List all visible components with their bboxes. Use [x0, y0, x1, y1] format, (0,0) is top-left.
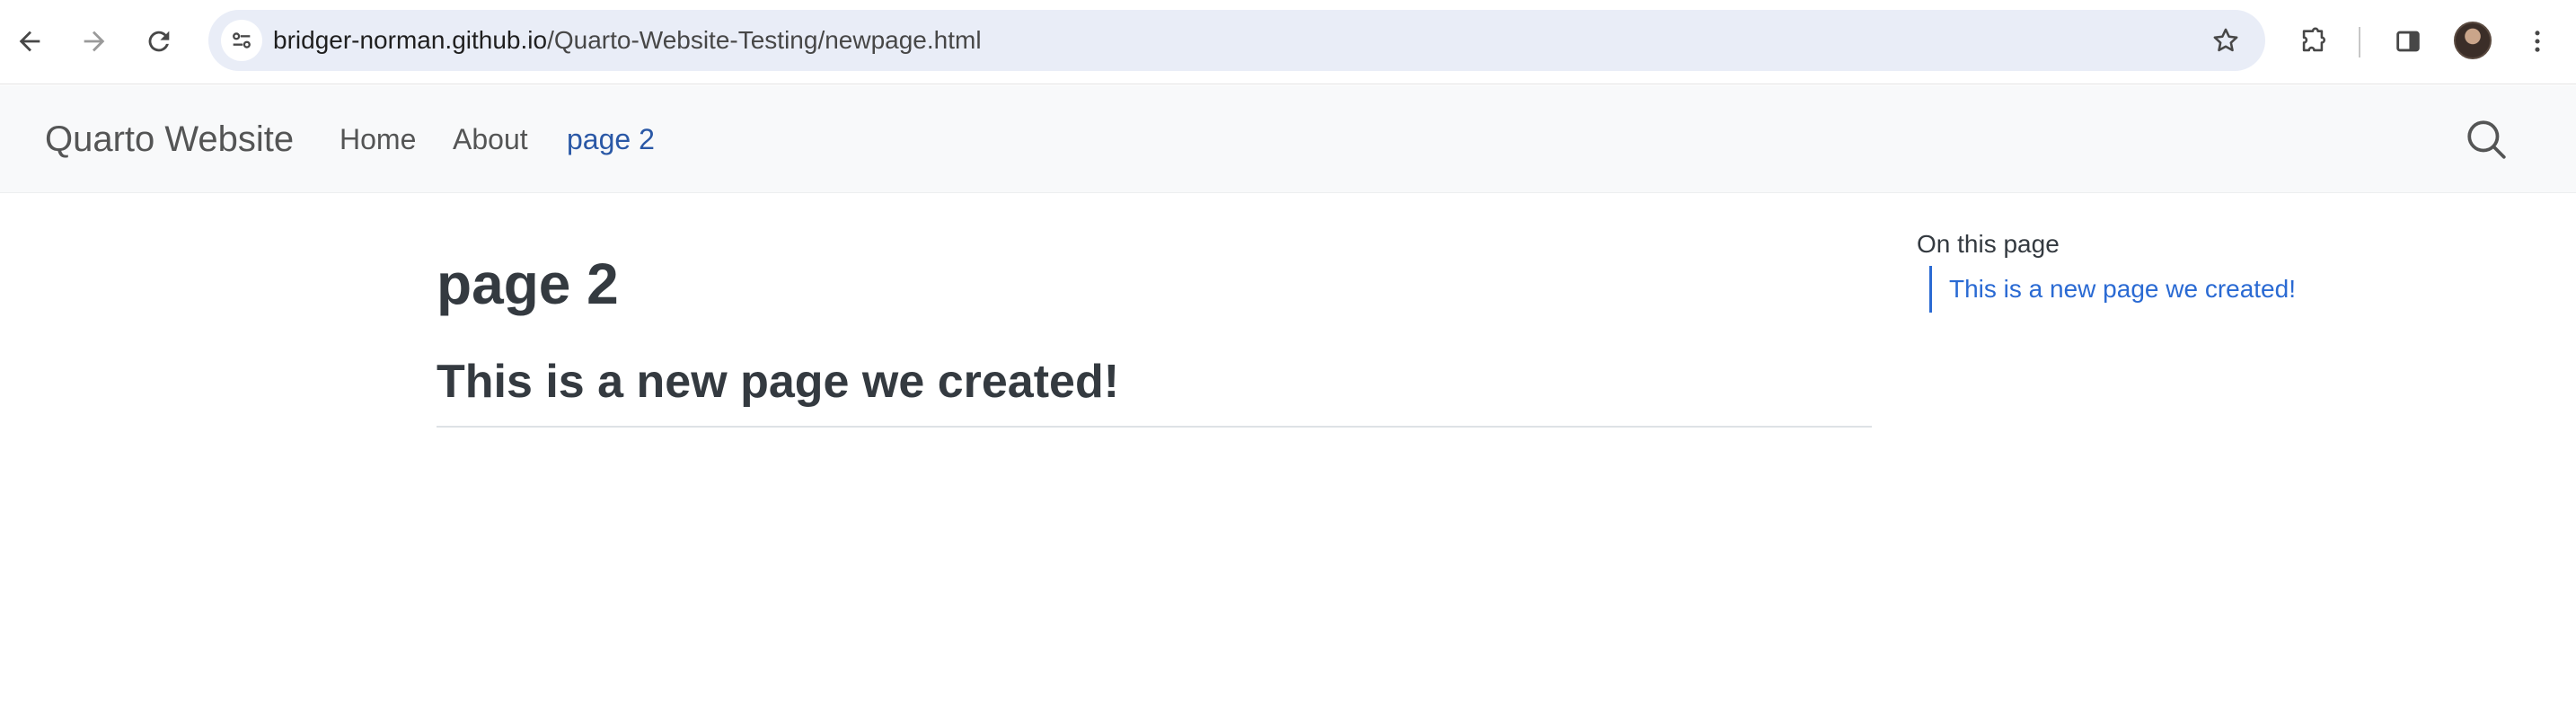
search-icon[interactable] [2461, 114, 2511, 164]
address-bar[interactable]: bridger-norman.github.io/Quarto-Website-… [208, 10, 2265, 71]
toc-active-indicator [1929, 266, 1932, 313]
more-menu-icon[interactable] [2517, 21, 2558, 62]
toolbar-divider [2359, 27, 2360, 57]
profile-avatar[interactable] [2454, 22, 2492, 59]
toc-title: On this page [1917, 230, 2060, 258]
page-title: page 2 [437, 252, 619, 316]
extensions-icon[interactable] [2292, 21, 2333, 62]
toc-link-new-page[interactable]: This is a new page we created! [1949, 271, 2296, 307]
reload-icon[interactable] [138, 21, 180, 62]
browser-toolbar: bridger-norman.github.io/Quarto-Website-… [0, 0, 2576, 84]
url-host: bridger-norman.github.io [273, 26, 548, 54]
site-brand-link[interactable]: Quarto Website [45, 85, 294, 193]
side-panel-icon[interactable] [2387, 21, 2429, 62]
nav-link-about[interactable]: About [453, 85, 528, 193]
url-text[interactable]: bridger-norman.github.io/Quarto-Website-… [273, 10, 982, 71]
site-navbar: Quarto Website Home About page 2 [0, 85, 2576, 193]
site-settings-icon[interactable] [221, 20, 262, 61]
section-heading: This is a new page we created! [437, 356, 1120, 408]
nav-link-page-2[interactable]: page 2 [567, 85, 655, 193]
bookmark-star-icon[interactable] [2208, 22, 2244, 58]
nav-link-home[interactable]: Home [340, 85, 416, 193]
forward-arrow-icon[interactable] [74, 21, 115, 62]
url-path: /Quarto-Website-Testing/newpage.html [547, 26, 982, 54]
back-arrow-icon[interactable] [9, 21, 50, 62]
section-divider [437, 426, 1872, 428]
